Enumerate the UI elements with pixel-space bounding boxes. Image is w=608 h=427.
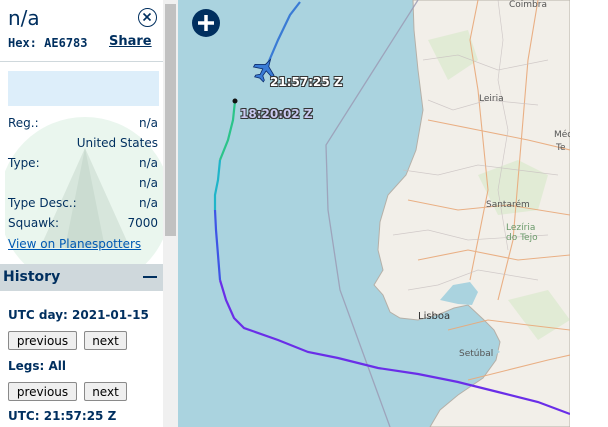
- history-header[interactable]: History: [0, 264, 163, 291]
- leg-previous-button[interactable]: previous: [8, 382, 77, 401]
- place-setubal: Setúbal: [459, 349, 494, 359]
- aircraft-time-label: 21:57:25 Z: [270, 75, 343, 89]
- legs-label: Legs: All: [8, 359, 67, 373]
- hex-label: Hex:: [8, 36, 37, 50]
- track-start-time-label: 18:20:02 Z: [240, 107, 313, 121]
- share-link[interactable]: Share: [109, 34, 152, 49]
- reg-value: n/a: [138, 116, 158, 130]
- type-value-secondary: n/a: [138, 176, 158, 190]
- country-value: United States: [76, 136, 158, 150]
- place-medio-2: Te: [556, 143, 566, 153]
- plus-icon: [198, 15, 214, 31]
- utc-time-label: UTC: 21:57:25 Z: [8, 409, 117, 423]
- aircraft-callsign: n/a: [8, 6, 40, 30]
- place-medio-1: Méd: [554, 130, 570, 140]
- flight-track-cyan: [213, 159, 222, 210]
- hex-value: AE6783: [44, 36, 88, 50]
- panel-scrollbar[interactable]: [163, 0, 178, 427]
- place-coimbra: Coimbra: [509, 0, 547, 10]
- hex-code: Hex: AE6783: [8, 36, 88, 50]
- aircraft-photo-placeholder: [8, 71, 159, 106]
- planespotters-link[interactable]: View on Planespotters: [8, 237, 141, 251]
- history-title: History: [3, 269, 61, 285]
- map-view[interactable]: 21:57:25 Z 18:20:02 Z Coimbra Leiria Méd…: [178, 0, 570, 427]
- place-santarem: Santarém: [486, 200, 530, 210]
- divider: [0, 61, 163, 62]
- type-desc-value: n/a: [138, 196, 158, 210]
- place-leziria: Lezíria do Tejo: [506, 223, 538, 243]
- place-lisboa: Lisboa: [418, 311, 451, 322]
- zoom-in-button[interactable]: [192, 9, 220, 37]
- type-label: Type:: [8, 156, 40, 170]
- land-portugal: [373, 0, 570, 427]
- map-canvas: [213, 0, 570, 427]
- close-icon[interactable]: [138, 8, 157, 27]
- type-desc-label: Type Desc.:: [8, 196, 77, 210]
- day-next-button[interactable]: next: [84, 331, 127, 350]
- reg-label: Reg.:: [8, 116, 39, 130]
- aircraft-info-panel: n/a Hex: AE6783 Share Reg.: n/a United S…: [0, 0, 163, 427]
- track-start-marker: [232, 98, 238, 104]
- flight-track-blue: [213, 209, 222, 281]
- type-value: n/a: [138, 156, 158, 170]
- scrollbar-thumb[interactable]: [165, 4, 176, 236]
- utc-day-label: UTC day: 2021-01-15: [8, 308, 149, 322]
- collapse-icon[interactable]: [143, 276, 157, 278]
- flight-track-outbound: [264, 1, 301, 69]
- flight-track-green: [218, 100, 237, 161]
- squawk-label: Squawk:: [8, 216, 59, 230]
- squawk-value: 7000: [127, 216, 158, 230]
- leg-next-button[interactable]: next: [84, 382, 127, 401]
- day-previous-button[interactable]: previous: [8, 331, 77, 350]
- place-leiria: Leiria: [479, 94, 504, 104]
